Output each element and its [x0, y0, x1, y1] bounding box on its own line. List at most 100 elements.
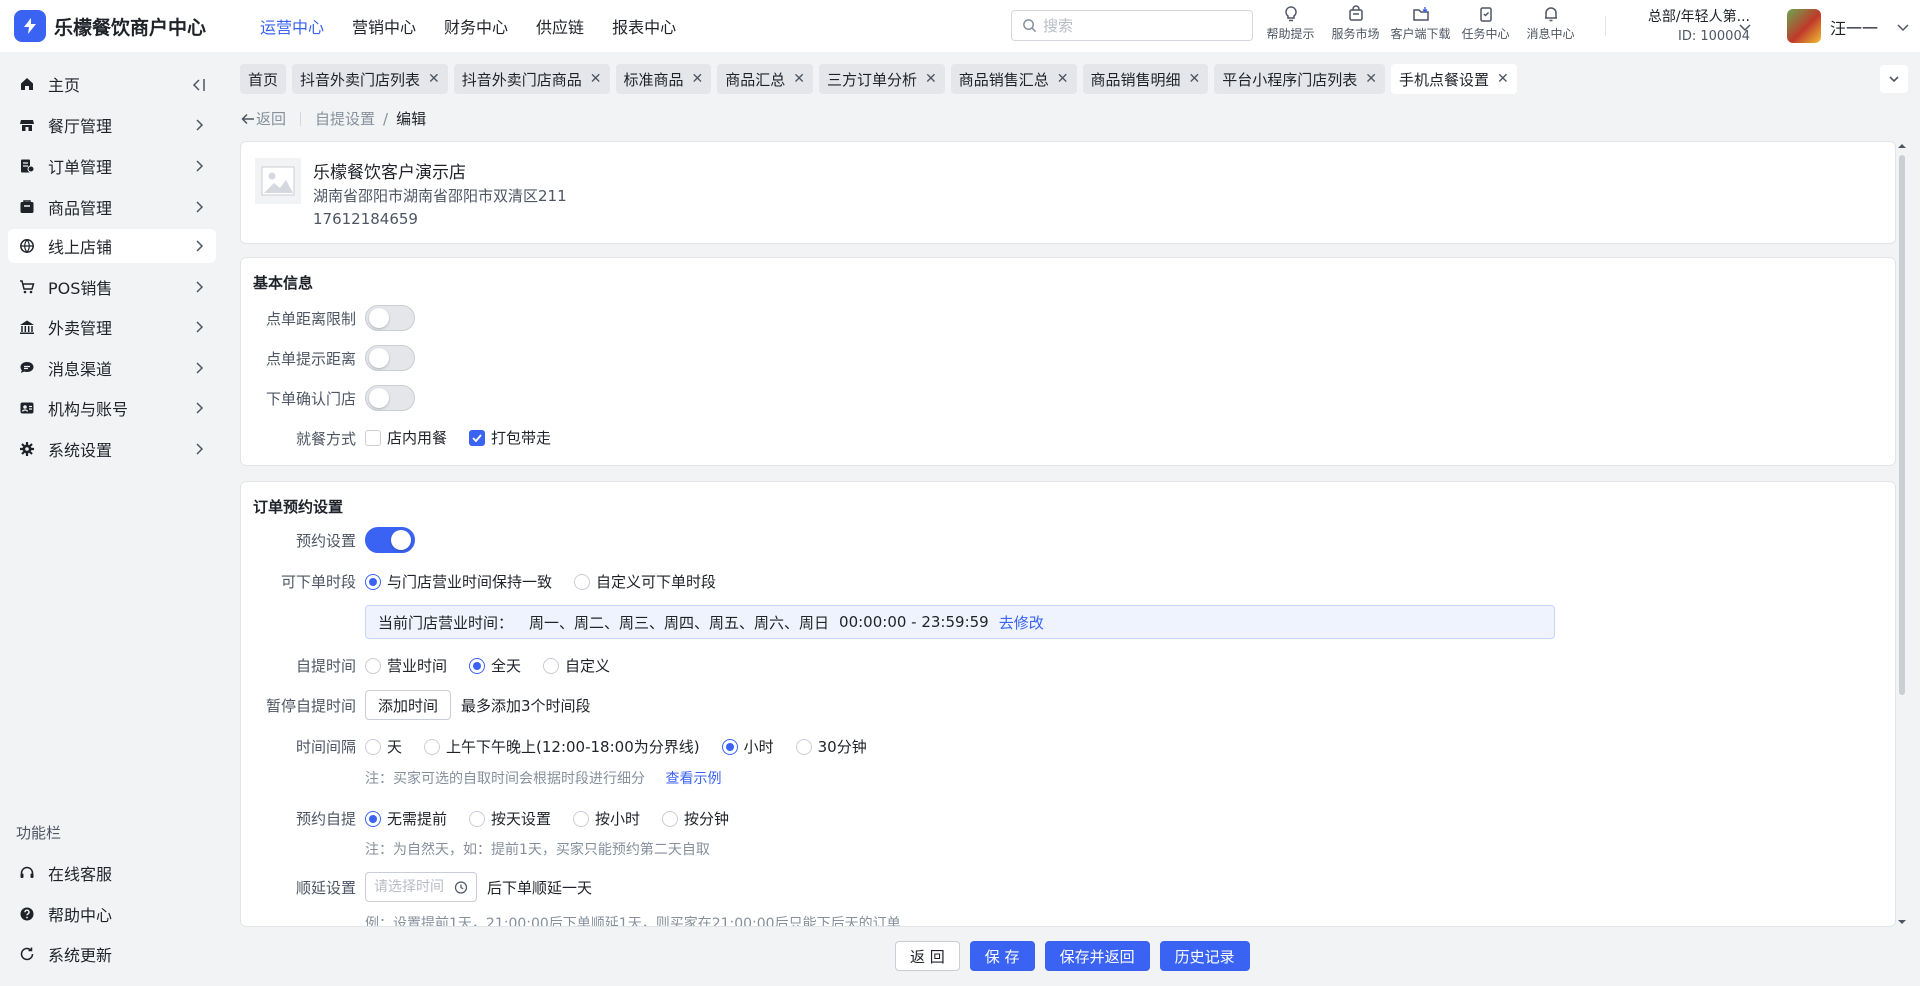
tool-service-market[interactable]: 服务市场	[1323, 5, 1388, 42]
confirm-store-switch[interactable]	[365, 385, 415, 411]
sidebar-item-message-channel[interactable]: 消息渠道	[8, 351, 216, 385]
pickup-all-day[interactable]: 全天	[469, 655, 521, 676]
tab-goods-sales-detail[interactable]: 商品销售明细 ✕	[1082, 64, 1209, 94]
close-icon[interactable]: ✕	[925, 71, 937, 87]
app-logo[interactable]: 乐檬餐饮商户中心	[0, 10, 236, 42]
pickup-custom[interactable]: 自定义	[543, 655, 610, 676]
topnav-marketing[interactable]: 营销中心	[338, 14, 430, 38]
breadcrumb-pickup-settings[interactable]: 自提设置	[315, 108, 375, 129]
tab-standard-goods[interactable]: 标准商品 ✕	[615, 64, 712, 94]
sidebar-item-restaurant[interactable]: 餐厅管理	[8, 108, 216, 142]
period-custom[interactable]: 自定义可下单时段	[574, 571, 716, 592]
sidebar-item-goods[interactable]: 商品管理	[8, 190, 216, 224]
radio[interactable]	[365, 657, 381, 674]
tab-third-party-order-analysis[interactable]: 三方订单分析 ✕	[819, 64, 945, 94]
content-scrollbar[interactable]	[1897, 141, 1907, 927]
radio[interactable]	[574, 573, 591, 590]
radio[interactable]	[795, 738, 812, 755]
sidebar-item-help-center[interactable]: 帮助中心	[8, 897, 216, 931]
tool-help-tips[interactable]: 帮助提示	[1258, 5, 1323, 42]
close-icon[interactable]: ✕	[1189, 71, 1201, 87]
advance-by-hour[interactable]: 按小时	[573, 808, 640, 829]
radio[interactable]	[365, 573, 381, 590]
add-time-button[interactable]: 添加时间	[365, 690, 452, 720]
scroll-up-icon[interactable]	[1897, 141, 1907, 151]
tab-home[interactable]: 首页	[240, 64, 287, 94]
close-icon[interactable]: ✕	[428, 71, 440, 87]
interval-30min[interactable]: 30分钟	[795, 736, 867, 757]
postpone-time-input[interactable]	[374, 879, 454, 895]
dine-in-checkbox[interactable]	[365, 429, 381, 446]
radio[interactable]	[469, 810, 486, 827]
postpone-time-picker[interactable]	[365, 872, 477, 902]
topnav-reports[interactable]: 报表中心	[598, 14, 690, 38]
search-input[interactable]	[1043, 16, 1243, 35]
period-follow-business-hours[interactable]: 与门店营业时间保持一致	[365, 571, 552, 592]
tool-task-center[interactable]: 任务中心	[1453, 5, 1518, 42]
avatar[interactable]	[1787, 9, 1821, 43]
close-icon[interactable]: ✕	[1057, 71, 1069, 87]
collapse-sidebar-icon[interactable]	[190, 77, 206, 93]
advance-by-minute[interactable]: 按分钟	[662, 808, 729, 829]
topnav-finance[interactable]: 财务中心	[430, 14, 522, 38]
dine-in-option[interactable]: 店内用餐	[365, 427, 447, 448]
interval-day[interactable]: 天	[365, 736, 402, 757]
sidebar-item-online-store[interactable]: 线上店铺	[8, 229, 216, 263]
sidebar-item-online-service[interactable]: 在线客服	[8, 856, 216, 890]
back-link[interactable]: 返回	[240, 108, 286, 129]
radio[interactable]	[424, 738, 441, 755]
tab-goods-sales-summary[interactable]: 商品销售汇总 ✕	[950, 64, 1077, 94]
tab-mobile-order-settings[interactable]: 手机点餐设置 ✕	[1391, 64, 1517, 94]
history-button[interactable]: 历史记录	[1159, 941, 1250, 971]
radio[interactable]	[721, 738, 738, 755]
reservation-switch[interactable]	[365, 527, 415, 553]
sidebar-item-system-settings[interactable]: 系统设置	[8, 432, 216, 466]
radio[interactable]	[573, 810, 590, 827]
tool-client-download[interactable]: 客户端下载	[1388, 5, 1453, 42]
distance-limit-switch[interactable]	[365, 305, 415, 331]
advance-none[interactable]: 无需提前	[365, 808, 447, 829]
scroll-down-icon[interactable]	[1897, 917, 1907, 927]
org-switcher[interactable]: 总部/年轻人第... ID: 100004	[1620, 6, 1750, 44]
save-and-back-button[interactable]: 保存并返回	[1044, 941, 1150, 971]
sidebar-item-pos[interactable]: POS销售	[8, 270, 216, 304]
sidebar-item-delivery[interactable]: 外卖管理	[8, 310, 216, 344]
tabs-more-button[interactable]	[1880, 65, 1908, 93]
sidebar-item-org-account[interactable]: 机构与账号	[8, 391, 216, 425]
sidebar-item-orders[interactable]: 订单管理	[8, 149, 216, 183]
close-icon[interactable]: ✕	[1497, 71, 1509, 87]
pickup-business-hours[interactable]: 营业时间	[365, 655, 447, 676]
close-icon[interactable]: ✕	[793, 71, 805, 87]
tab-mini-program-store-list[interactable]: 平台小程序门店列表 ✕	[1214, 64, 1386, 94]
radio[interactable]	[662, 810, 679, 827]
user-name[interactable]: 汪一一	[1830, 15, 1878, 39]
tab-douyin-store-list[interactable]: 抖音外卖门店列表 ✕	[292, 64, 448, 94]
takeaway-option[interactable]: 打包带走	[469, 427, 551, 448]
radio[interactable]	[543, 657, 560, 674]
save-button[interactable]: 保 存	[969, 941, 1035, 971]
topnav-supply-chain[interactable]: 供应链	[522, 14, 598, 38]
close-icon[interactable]: ✕	[1365, 71, 1377, 87]
close-icon[interactable]: ✕	[692, 71, 704, 87]
chevron-down-icon[interactable]	[1736, 18, 1754, 36]
chevron-down-icon[interactable]	[1894, 18, 1912, 36]
edit-business-hours-link[interactable]: 去修改	[999, 612, 1044, 633]
interval-half-day[interactable]: 上午下午晚上(12:00-18:00为分界线)	[424, 736, 700, 757]
sidebar-item-system-update[interactable]: 系统更新	[8, 937, 216, 971]
advance-by-day[interactable]: 按天设置	[469, 808, 551, 829]
tab-douyin-store-goods[interactable]: 抖音外卖门店商品 ✕	[453, 64, 610, 94]
distance-hint-switch[interactable]	[365, 345, 415, 371]
view-example-link[interactable]: 查看示例	[665, 771, 721, 787]
takeaway-checkbox[interactable]	[469, 429, 486, 446]
topnav-operations[interactable]: 运营中心	[246, 14, 338, 38]
interval-hour[interactable]: 小时	[721, 736, 774, 757]
radio[interactable]	[365, 810, 381, 827]
search-box[interactable]	[1011, 10, 1253, 41]
back-button[interactable]: 返 回	[895, 941, 960, 971]
radio[interactable]	[469, 657, 486, 674]
tab-goods-summary[interactable]: 商品汇总 ✕	[717, 64, 814, 94]
scrollbar-thumb[interactable]	[1899, 155, 1905, 695]
sidebar-item-home[interactable]: 主页	[8, 67, 216, 101]
close-icon[interactable]: ✕	[590, 71, 602, 87]
radio[interactable]	[365, 738, 381, 755]
